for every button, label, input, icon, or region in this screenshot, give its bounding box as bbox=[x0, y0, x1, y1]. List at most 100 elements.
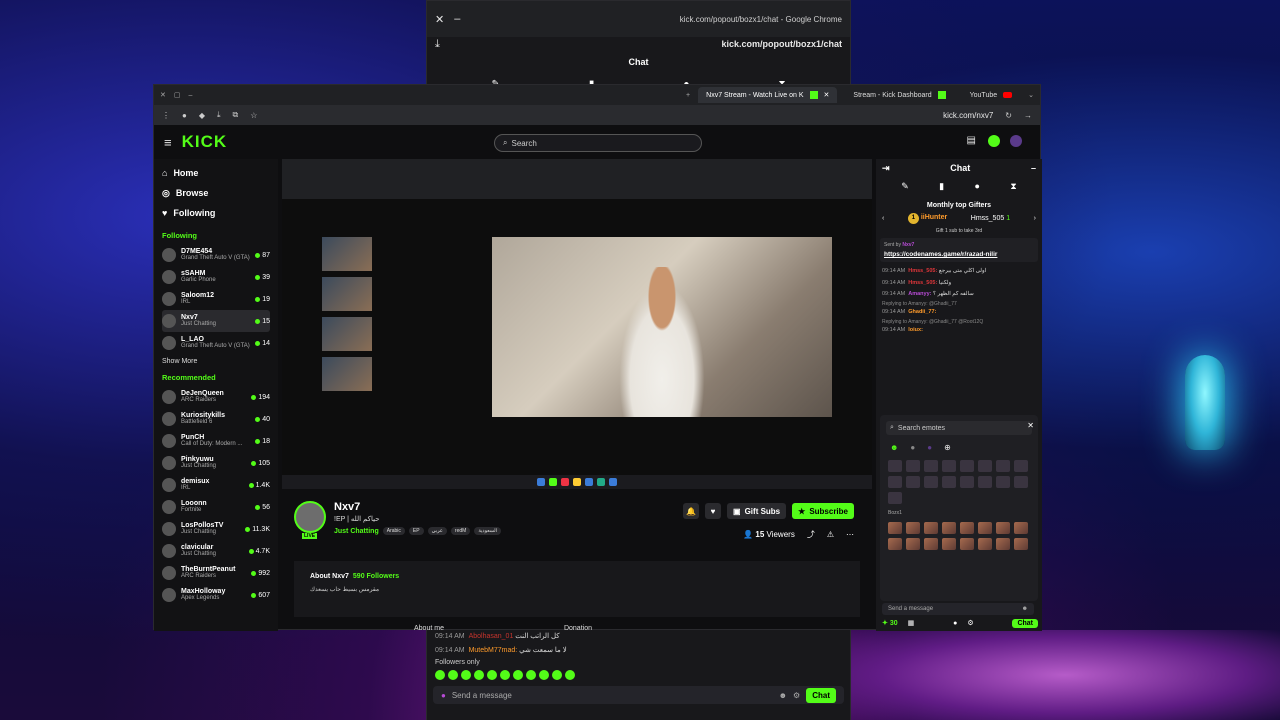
minimize-icon[interactable]: – bbox=[189, 92, 193, 99]
streamer-name[interactable]: Nxv7 bbox=[334, 501, 360, 513]
emote-icon[interactable] bbox=[461, 670, 471, 680]
mic-icon[interactable]: ● bbox=[441, 691, 446, 700]
emote[interactable] bbox=[924, 460, 938, 472]
emote[interactable] bbox=[906, 538, 920, 550]
category-link[interactable]: Just Chatting bbox=[334, 528, 379, 535]
collapse-chat-icon[interactable]: ⇥ bbox=[882, 163, 890, 174]
channel-points[interactable]: ✦ 30 bbox=[882, 619, 898, 627]
emote[interactable] bbox=[888, 522, 902, 534]
emote[interactable] bbox=[906, 476, 920, 488]
wallet-icon[interactable]: ▤ bbox=[967, 135, 976, 146]
emote-icon[interactable] bbox=[487, 670, 497, 680]
emote[interactable] bbox=[888, 538, 902, 550]
emote[interactable] bbox=[978, 460, 992, 472]
subscriber-emote-tab[interactable]: ● bbox=[927, 443, 932, 452]
address-bar[interactable]: kick.com/nxv7 bbox=[943, 111, 993, 120]
gift-subs-button[interactable]: ▣ Gift Subs bbox=[727, 503, 787, 519]
chat-send-message[interactable]: Send a message ☻ bbox=[882, 603, 1034, 615]
emoji-icon[interactable]: ☻ bbox=[1022, 606, 1028, 612]
sidebar-channel[interactable]: Looonn Fortnite 56 bbox=[162, 496, 270, 518]
emote[interactable] bbox=[996, 460, 1010, 472]
emote[interactable] bbox=[1014, 476, 1028, 488]
globe-icon[interactable]: ⊕ bbox=[944, 443, 951, 452]
sidebar-channel[interactable]: TheBurntPeanut ARC Raiders 992 bbox=[162, 562, 270, 584]
tab-nxv7-stream[interactable]: Nxv7 Stream - Watch Live on K ✕ bbox=[698, 87, 838, 103]
hamburger-icon[interactable]: ≡ bbox=[164, 135, 172, 150]
close-icon[interactable]: ✕ bbox=[1027, 421, 1034, 430]
sidebar-channel[interactable]: Nxv7 Just Chatting 15 bbox=[162, 310, 270, 332]
channel-emote-tab[interactable]: ● bbox=[910, 443, 915, 452]
kick-status-icon[interactable] bbox=[988, 135, 1000, 147]
tag[interactable]: السعودية bbox=[474, 527, 501, 535]
minimize-icon[interactable]: – bbox=[454, 13, 460, 25]
chat-send-button[interactable]: Chat bbox=[806, 687, 836, 703]
emote[interactable] bbox=[960, 538, 974, 550]
follow-heart-button[interactable]: ♥ bbox=[705, 503, 722, 519]
reload-icon[interactable]: ↻ bbox=[1005, 111, 1012, 120]
emote[interactable] bbox=[888, 476, 902, 488]
emote[interactable] bbox=[996, 538, 1010, 550]
emote[interactable] bbox=[942, 522, 956, 534]
emote-icon[interactable] bbox=[500, 670, 510, 680]
emote-search-input[interactable]: ⌕ Search emotes bbox=[886, 421, 1032, 435]
emote-icon[interactable] bbox=[513, 670, 523, 680]
show-more-link[interactable]: Show More bbox=[162, 358, 270, 365]
extensions-icon[interactable]: ⧉ bbox=[233, 110, 239, 120]
tab-youtube[interactable]: YouTube bbox=[962, 87, 1021, 103]
nav-following[interactable]: ♥ Following bbox=[162, 203, 270, 223]
emote-icon[interactable] bbox=[526, 670, 536, 680]
emote[interactable] bbox=[960, 522, 974, 534]
trash-icon[interactable]: ▮ bbox=[939, 181, 944, 192]
chat-bubble-icon[interactable]: ● bbox=[953, 620, 957, 627]
chevron-down-icon[interactable]: ⌄ bbox=[1028, 91, 1034, 99]
maximize-icon[interactable]: ▢ bbox=[174, 91, 181, 99]
emote[interactable] bbox=[978, 522, 992, 534]
gifter-name[interactable]: Hmss_505 bbox=[971, 215, 1004, 222]
notification-bell-button[interactable]: 🔔 bbox=[683, 503, 700, 519]
emote[interactable] bbox=[888, 460, 902, 472]
chat-send-button[interactable]: Chat bbox=[1012, 618, 1038, 628]
tab-kick-dashboard[interactable]: Stream - Kick Dashboard bbox=[845, 87, 953, 103]
close-window-icon[interactable]: ✕ bbox=[160, 91, 166, 99]
report-icon[interactable]: ⚠ bbox=[827, 530, 834, 539]
settings-icon[interactable]: ⚙ bbox=[793, 691, 800, 700]
sidebar-channel[interactable]: Pinkyuwu Just Chatting 105 bbox=[162, 452, 270, 474]
download-icon[interactable]: ⤓ bbox=[435, 38, 440, 51]
emote-icon[interactable] bbox=[565, 670, 575, 680]
emote[interactable] bbox=[1014, 522, 1028, 534]
emote[interactable] bbox=[942, 538, 956, 550]
emote[interactable] bbox=[942, 460, 956, 472]
emote[interactable] bbox=[996, 476, 1010, 488]
emote-icon[interactable] bbox=[539, 670, 549, 680]
sidebar-channel[interactable]: L_LAO Grand Theft Auto V (GTA) 14 bbox=[162, 332, 270, 354]
tag[interactable]: EP bbox=[408, 527, 424, 535]
emote[interactable] bbox=[960, 460, 974, 472]
sidebar-channel[interactable]: Kuriositykills Battlefield 6 40 bbox=[162, 408, 270, 430]
emote[interactable] bbox=[924, 538, 938, 550]
emote-icon[interactable] bbox=[474, 670, 484, 680]
emoji-icon[interactable]: ☻ bbox=[779, 691, 787, 700]
sidebar-channel[interactable]: D7ME454 Grand Theft Auto V (GTA) 87 bbox=[162, 244, 270, 266]
emote[interactable] bbox=[1014, 538, 1028, 550]
emote[interactable] bbox=[1014, 460, 1028, 472]
emote[interactable] bbox=[888, 492, 902, 504]
pinned-link[interactable]: https://codenames.game/r/razad-nilir bbox=[884, 251, 1034, 258]
streamer-avatar[interactable] bbox=[294, 501, 326, 533]
gifter-name[interactable]: iiHunter bbox=[921, 214, 947, 221]
emote[interactable] bbox=[906, 522, 920, 534]
subscribe-button[interactable]: ★ Subscribe bbox=[792, 503, 854, 519]
emote[interactable] bbox=[924, 522, 938, 534]
kick-emote-tab[interactable]: ☻ bbox=[890, 443, 898, 452]
pin-icon[interactable]: ✎ bbox=[901, 181, 909, 192]
chat-menu-icon[interactable]: – bbox=[1031, 163, 1036, 173]
settings-icon[interactable]: ⚙ bbox=[967, 619, 973, 627]
sidebar-channel[interactable]: demisux IRL 1.4K bbox=[162, 474, 270, 496]
new-tab-icon[interactable]: + bbox=[686, 92, 690, 99]
search-input[interactable]: ⌕ Search bbox=[494, 134, 702, 152]
tag[interactable]: Arabic bbox=[382, 527, 405, 535]
more-icon[interactable]: ⋯ bbox=[846, 530, 854, 539]
sidebar-channel[interactable]: MaxHolloway Apex Legends 607 bbox=[162, 584, 270, 606]
sidebar-channel[interactable]: Saloom12 IRL 19 bbox=[162, 288, 270, 310]
emote[interactable] bbox=[924, 476, 938, 488]
hourglass-icon[interactable]: ⧗ bbox=[1010, 181, 1016, 192]
